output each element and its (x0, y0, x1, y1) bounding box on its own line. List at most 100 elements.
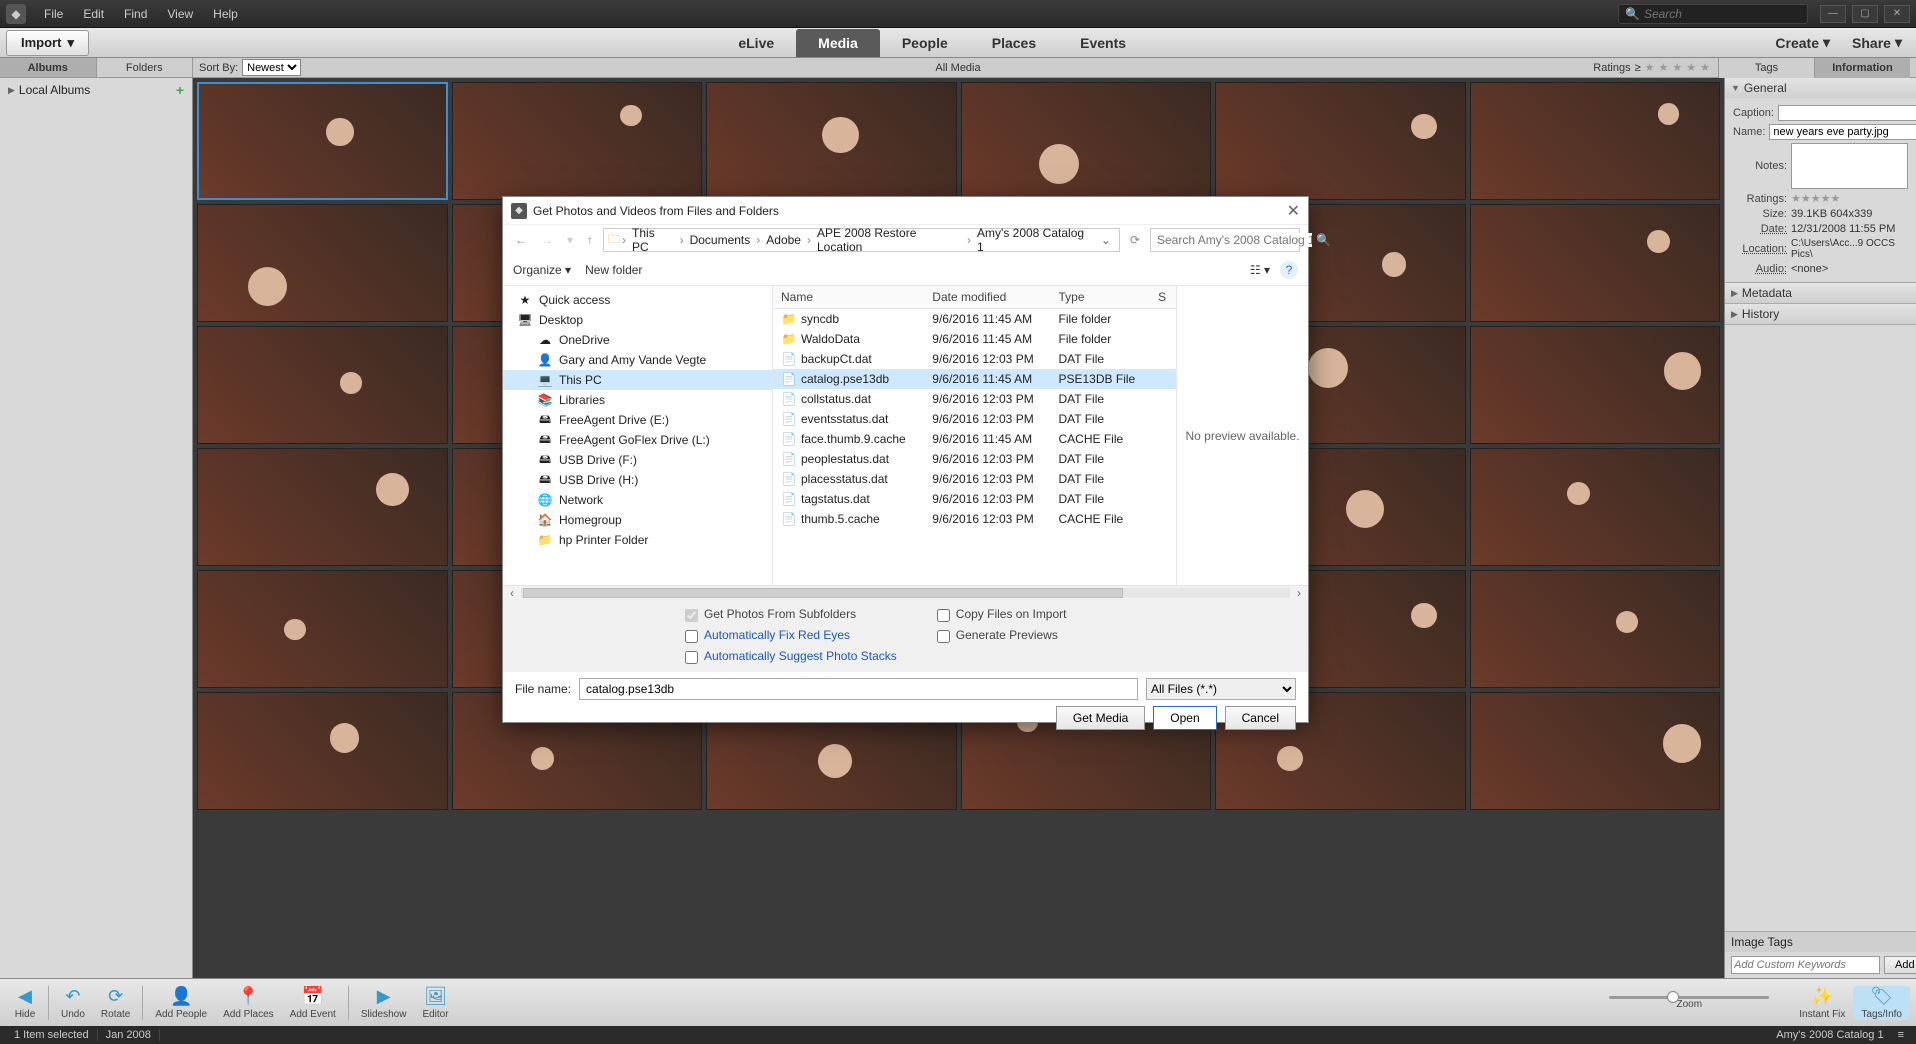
breadcrumb[interactable]: 🗀 › This PC› Documents› Adobe› APE 2008 … (603, 228, 1120, 252)
scrollbar-thumb[interactable] (523, 588, 1123, 598)
file-row[interactable]: 📄collstatus.dat9/6/2016 12:03 PMDAT File (773, 389, 1176, 409)
photo-thumbnail[interactable] (1470, 570, 1721, 688)
photo-thumbnail[interactable] (961, 82, 1212, 200)
location-label[interactable]: Location: (1733, 243, 1787, 255)
nav-tab-media[interactable]: Media (796, 29, 880, 57)
tab-tags[interactable]: Tags (1718, 58, 1814, 78)
photo-thumbnail[interactable] (1470, 326, 1721, 444)
tree-item[interactable]: 🌐Network (503, 490, 772, 510)
tree-item[interactable]: 💻This PC (503, 370, 772, 390)
tab-albums[interactable]: Albums (0, 58, 97, 77)
file-row[interactable]: 📁syncdb9/6/2016 11:45 AMFile folder (773, 309, 1176, 330)
menu-file[interactable]: File (34, 7, 73, 21)
scroll-right-icon[interactable]: › (1290, 586, 1308, 600)
dialog-search-input[interactable] (1157, 233, 1312, 247)
star-icon[interactable]: ★ (1831, 193, 1841, 205)
get-media-button[interactable]: Get Media (1056, 706, 1145, 730)
image-tags-input[interactable] (1731, 956, 1880, 974)
photo-thumbnail[interactable] (1470, 448, 1721, 566)
help-icon[interactable]: ? (1280, 261, 1298, 279)
star-icon[interactable]: ★ (1801, 193, 1811, 205)
local-albums-label[interactable]: Local Albums (19, 83, 90, 97)
file-row[interactable]: 📄backupCt.dat9/6/2016 12:03 PMDAT File (773, 349, 1176, 369)
scroll-left-icon[interactable]: ‹ (503, 586, 521, 600)
file-row[interactable]: 📄tagstatus.dat9/6/2016 12:03 PMDAT File (773, 489, 1176, 509)
menu-find[interactable]: Find (114, 7, 157, 21)
tree-item[interactable]: ☁OneDrive (503, 330, 772, 350)
nav-tab-elive[interactable]: eLive (716, 29, 796, 57)
chevron-right-icon[interactable]: ▶ (8, 85, 15, 96)
star-icon[interactable]: ★ (1791, 193, 1801, 205)
tree-item[interactable]: 🖴USB Drive (H:) (503, 470, 772, 490)
open-button[interactable]: Open (1153, 706, 1216, 730)
back-button[interactable]: ← (511, 233, 531, 247)
star-icon[interactable]: ★ (1821, 193, 1831, 205)
rotate-button[interactable]: ⟳Rotate (93, 986, 138, 1020)
breadcrumb-item[interactable]: This PC (628, 226, 678, 254)
col-name[interactable]: Name (773, 286, 924, 309)
photo-thumbnail[interactable] (1215, 82, 1466, 200)
status-menu-icon[interactable]: ≡ (1892, 1029, 1910, 1041)
minimize-button[interactable]: — (1820, 5, 1846, 23)
tree-item[interactable]: 👤Gary and Amy Vande Vegte (503, 350, 772, 370)
file-row[interactable]: 📄peoplestatus.dat9/6/2016 12:03 PMDAT Fi… (773, 449, 1176, 469)
chk-stacks[interactable]: Automatically Suggest Photo Stacks (685, 649, 897, 664)
nav-tab-places[interactable]: Places (970, 29, 1058, 57)
file-row[interactable]: 📄thumb.5.cache9/6/2016 12:03 PMCACHE Fil… (773, 509, 1176, 529)
section-metadata[interactable]: ▶Metadata (1725, 283, 1916, 303)
filetype-select[interactable]: All Files (*.*) (1146, 678, 1296, 700)
search-field[interactable]: 🔍 (1618, 4, 1808, 24)
chk-copy[interactable]: Copy Files on Import (937, 607, 1067, 622)
breadcrumb-item[interactable]: Documents (686, 233, 755, 247)
tree-item[interactable]: 📚Libraries (503, 390, 772, 410)
section-history[interactable]: ▶History (1725, 304, 1916, 324)
refresh-button[interactable]: ⟳ (1126, 233, 1144, 247)
photo-thumbnail[interactable] (197, 448, 448, 566)
horizontal-scrollbar[interactable]: ‹ › (503, 585, 1308, 599)
photo-thumbnail[interactable] (197, 692, 448, 810)
new-folder-button[interactable]: New folder (585, 263, 642, 277)
tree-item[interactable]: 📁hp Printer Folder (503, 530, 772, 550)
photo-thumbnail[interactable] (197, 204, 448, 322)
recent-dropdown[interactable]: ▾ (563, 233, 577, 247)
tree-item[interactable]: 🖴FreeAgent Drive (E:) (503, 410, 772, 430)
file-row[interactable]: 📄placesstatus.dat9/6/2016 12:03 PMDAT Fi… (773, 469, 1176, 489)
up-button[interactable]: ↑ (583, 233, 597, 247)
import-button[interactable]: Import ▾ (6, 30, 89, 56)
menu-edit[interactable]: Edit (73, 7, 114, 21)
file-row[interactable]: 📄face.thumb.9.cache9/6/2016 11:45 AMCACH… (773, 429, 1176, 449)
add-event-button[interactable]: 📅Add Event (282, 986, 344, 1020)
star-icon[interactable]: ★ (1659, 61, 1669, 74)
tree-item[interactable]: 🖥Desktop (503, 310, 772, 330)
star-icon[interactable]: ★ (1700, 61, 1710, 74)
tab-folders[interactable]: Folders (97, 58, 194, 77)
photo-thumbnail[interactable] (197, 326, 448, 444)
breadcrumb-dropdown[interactable]: ⌄ (1097, 233, 1115, 247)
maximize-button[interactable]: ▢ (1852, 5, 1878, 23)
tree-item[interactable]: ★Quick access (503, 290, 772, 310)
photo-thumbnail[interactable] (1470, 692, 1721, 810)
star-icon[interactable]: ★ (1686, 61, 1696, 74)
star-icon[interactable]: ★ (1672, 61, 1682, 74)
file-row[interactable]: 📄catalog.pse13db9/6/2016 11:45 AMPSE13DB… (773, 369, 1176, 389)
editor-button[interactable]: 🖼Editor (414, 986, 456, 1020)
file-row[interactable]: 📄eventsstatus.dat9/6/2016 12:03 PMDAT Fi… (773, 409, 1176, 429)
forward-button[interactable]: → (537, 233, 557, 247)
filename-input[interactable] (579, 678, 1138, 700)
zoom-slider[interactable]: Zoom (1599, 996, 1779, 1010)
tree-item[interactable]: 🖴USB Drive (F:) (503, 450, 772, 470)
photo-thumbnail[interactable] (1470, 204, 1721, 322)
caption-input[interactable] (1778, 105, 1916, 121)
zoom-thumb[interactable] (1667, 991, 1679, 1003)
file-list[interactable]: Name Date modified Type S 📁syncdb9/6/201… (773, 286, 1176, 585)
tags-info-button[interactable]: 🏷Tags/Info (1853, 986, 1910, 1020)
chk-previews[interactable]: Generate Previews (937, 628, 1067, 643)
photo-thumbnail[interactable] (197, 82, 448, 200)
hide-button[interactable]: ◀Hide (6, 986, 44, 1020)
chk-redeye[interactable]: Automatically Fix Red Eyes (685, 628, 897, 643)
add-places-button[interactable]: 📍Add Places (215, 986, 282, 1020)
organize-button[interactable]: Organize ▾ (513, 263, 571, 277)
share-button[interactable]: Share ▾ (1846, 30, 1908, 55)
tree-item[interactable]: 🏠Homegroup (503, 510, 772, 530)
audio-label[interactable]: Audio: (1733, 263, 1787, 275)
